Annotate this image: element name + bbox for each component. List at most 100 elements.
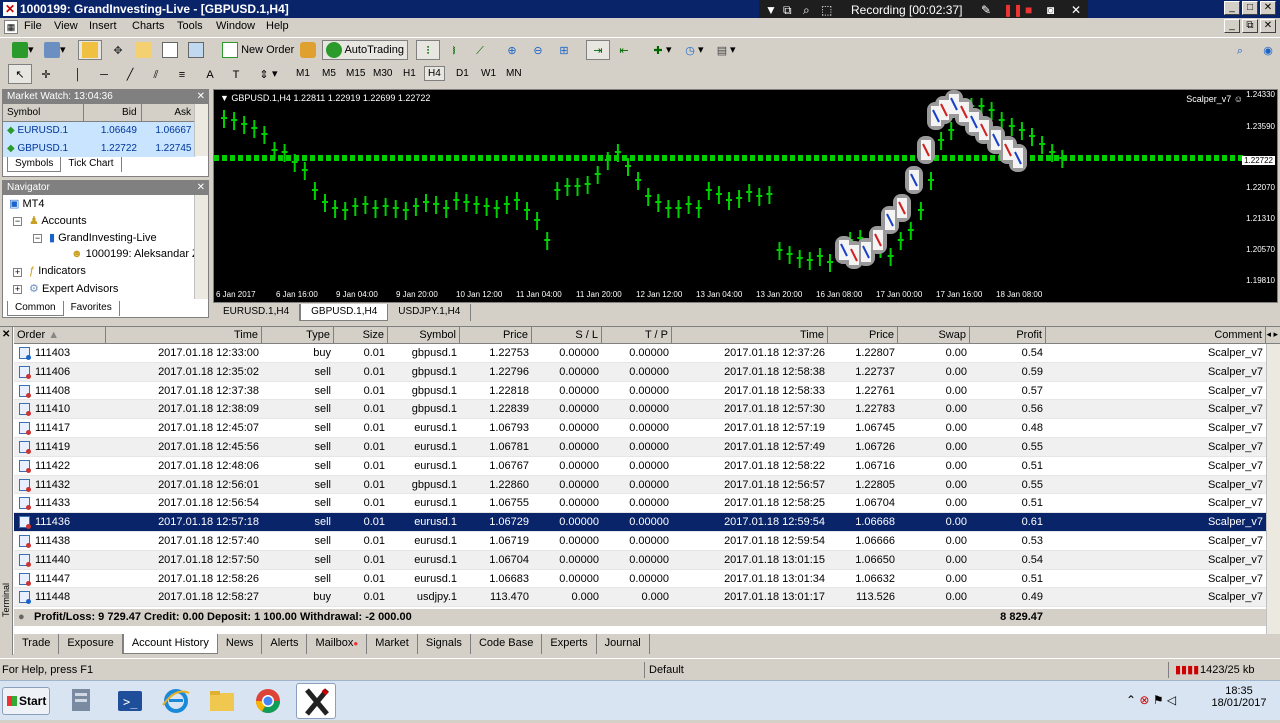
col-size[interactable]: Size <box>334 327 388 343</box>
chart-tab-usdjpy[interactable]: USDJPY.1,H4 <box>388 304 472 321</box>
horizontal-line-tool-button[interactable]: ─ <box>92 64 116 84</box>
tab-exposure[interactable]: Exposure <box>59 634 123 654</box>
nav-root[interactable]: ▣ MT4 <box>9 197 44 210</box>
table-row[interactable]: 111433 2017.01.18 12:56:54 sell 0.01 eurusd.… <box>14 494 1280 514</box>
recorder-region-icon[interactable]: ⬚ <box>821 0 832 20</box>
autotrading-button[interactable]: AutoTrading <box>322 40 408 60</box>
new-chart-button[interactable]: ▾ <box>8 40 38 60</box>
navigator-scrollbar[interactable] <box>194 195 208 299</box>
candlestick-button[interactable]: ⧘ <box>442 40 466 60</box>
table-row[interactable]: 111440 2017.01.18 12:57:50 sell 0.01 eurusd.… <box>14 550 1280 570</box>
cursor-tool-button[interactable]: ↖ <box>8 64 32 84</box>
line-chart-button[interactable]: ⟋ <box>468 40 492 60</box>
bar-chart-button[interactable]: ⫶ <box>416 40 440 60</box>
col-sl[interactable]: S / L <box>532 327 602 343</box>
recorder-close-icon[interactable]: ✕ <box>1071 0 1081 20</box>
menu-window[interactable]: Window <box>216 20 255 32</box>
timeframe-m30[interactable]: M30 <box>373 68 392 79</box>
tab-symbols[interactable]: Symbols <box>7 157 62 172</box>
header-scroll-arrows-icon[interactable]: ◂ ▸ <box>1266 329 1278 340</box>
timeframe-m15[interactable]: M15 <box>346 68 365 79</box>
tab-news[interactable]: News <box>218 634 263 654</box>
recorder-camera-icon[interactable]: ◙ <box>1047 0 1054 20</box>
powershell-icon[interactable]: >_ <box>114 685 146 717</box>
trendline-tool-button[interactable]: ╱ <box>118 64 142 84</box>
col-open-price[interactable]: Price <box>460 327 532 343</box>
col-order[interactable]: Order ▲ <box>14 327 106 343</box>
price-chart[interactable]: ▼ GBPUSD.1,H4 1.22811 1.22919 1.22699 1.… <box>213 89 1278 303</box>
doc-close-button[interactable]: ✕ <box>1260 19 1276 33</box>
timeframe-m1[interactable]: M1 <box>296 68 310 79</box>
chart-shift-button[interactable]: ⇤ <box>612 40 636 60</box>
timeframe-mn[interactable]: MN <box>506 68 522 79</box>
tab-journal[interactable]: Journal <box>597 634 650 654</box>
expand-indicators-icon[interactable]: + <box>13 268 22 277</box>
show-hidden-icons-icon[interactable]: ⌃ <box>1126 693 1136 707</box>
chart-tab-gbpusd[interactable]: GBPUSD.1,H4 <box>300 304 389 321</box>
volume-icon[interactable]: ◁ <box>1167 693 1176 707</box>
navigator-button[interactable] <box>132 40 156 60</box>
table-row[interactable]: 111408 2017.01.18 12:37:38 sell 0.01 gbpusd.… <box>14 382 1280 401</box>
templates-button[interactable]: ▤ ▾ <box>710 40 740 60</box>
indicators-button[interactable]: ✚ ▾ <box>646 40 676 60</box>
menu-view[interactable]: View <box>54 20 78 32</box>
tile-windows-button[interactable]: ⊞ <box>552 40 576 60</box>
navigator-close-icon[interactable]: ✕ <box>197 181 205 195</box>
col-symbol[interactable]: Symbol <box>388 327 460 343</box>
arrows-tool-button[interactable]: ⇕ ▾ <box>252 64 282 84</box>
system-clock[interactable]: 18:35 18/01/2017 <box>1204 685 1274 709</box>
timeframe-d1[interactable]: D1 <box>456 68 469 79</box>
terminal-close-icon[interactable]: ✕ <box>2 329 10 340</box>
maximize-button[interactable]: □ <box>1242 1 1258 15</box>
recorder-restore-icon[interactable]: ⧉ <box>783 0 792 20</box>
menu-file[interactable]: File <box>24 20 42 32</box>
recorder-collapse-icon[interactable]: ▼ <box>765 0 777 20</box>
table-row[interactable]: 111410 2017.01.18 12:38:09 sell 0.01 gbpusd.… <box>14 400 1280 420</box>
tab-mailbox[interactable]: Mailbox● <box>307 634 368 654</box>
mw-row[interactable]: ◆ EURUSD.1 1.06649 1.06667 <box>3 121 196 139</box>
nav-server[interactable]: ▮ GrandInvesting-Live <box>49 231 157 244</box>
network-alert-icon[interactable]: ⊗ <box>1139 693 1149 707</box>
recorder-search-icon[interactable]: ⌕ <box>803 0 810 20</box>
timeframe-h1[interactable]: H1 <box>403 68 416 79</box>
metaeditor-button[interactable] <box>296 40 320 60</box>
tab-account-history[interactable]: Account History <box>122 634 218 654</box>
tab-experts[interactable]: Experts <box>542 634 597 654</box>
timeframe-w1[interactable]: W1 <box>481 68 496 79</box>
col-close-price[interactable]: Price <box>828 327 898 343</box>
tab-market[interactable]: Market <box>367 634 418 654</box>
table-row[interactable]: 111422 2017.01.18 12:48:06 sell 0.01 eurusd.… <box>14 457 1280 476</box>
mw-scrollbar[interactable] <box>194 104 208 156</box>
fibonacci-tool-button[interactable]: ≡ <box>170 64 194 84</box>
expand-accounts-icon[interactable]: − <box>13 217 22 226</box>
col-comment[interactable]: Comment <box>1046 327 1266 343</box>
tab-alerts[interactable]: Alerts <box>262 634 308 654</box>
mw-header-ask[interactable]: Ask <box>141 104 196 122</box>
menu-tools[interactable]: Tools <box>177 20 203 32</box>
tab-tick-chart[interactable]: Tick Chart <box>61 157 122 172</box>
col-profit[interactable]: Profit <box>970 327 1046 343</box>
account-icon[interactable]: ◉ <box>1256 40 1280 60</box>
minimize-button[interactable]: _ <box>1224 1 1240 15</box>
col-swap[interactable]: Swap <box>898 327 970 343</box>
table-row[interactable]: 111438 2017.01.18 12:57:40 sell 0.01 eurusd.… <box>14 532 1280 551</box>
internet-explorer-icon[interactable] <box>160 685 192 717</box>
nav-accounts[interactable]: ♟ Accounts <box>29 214 87 227</box>
nav-experts[interactable]: ⚙ Expert Advisors <box>29 282 118 295</box>
metatrader-taskbar-icon[interactable] <box>296 683 336 719</box>
nav-indicators[interactable]: ƒ Indicators <box>29 265 86 277</box>
mw-row[interactable]: ◆ GBPUSD.1 1.22722 1.22745 <box>3 139 196 157</box>
action-center-flag-icon[interactable]: ⚑ <box>1153 693 1164 707</box>
new-order-button[interactable]: New Order <box>218 40 298 60</box>
tab-favorites[interactable]: Favorites <box>64 301 120 316</box>
col-open-time[interactable]: Time <box>106 327 262 343</box>
tab-signals[interactable]: Signals <box>418 634 471 654</box>
tab-code-base[interactable]: Code Base <box>471 634 543 654</box>
market-watch-toggle[interactable] <box>78 40 102 60</box>
table-row[interactable]: 111432 2017.01.18 12:56:01 sell 0.01 gbpusd.… <box>14 475 1280 495</box>
strategy-tester-button[interactable] <box>184 40 208 60</box>
zoom-out-button[interactable]: ⊖ <box>526 40 550 60</box>
expand-experts-icon[interactable]: + <box>13 285 22 294</box>
recorder-pause-icon[interactable]: ❚❚ <box>1003 0 1023 20</box>
server-manager-icon[interactable] <box>66 685 98 717</box>
